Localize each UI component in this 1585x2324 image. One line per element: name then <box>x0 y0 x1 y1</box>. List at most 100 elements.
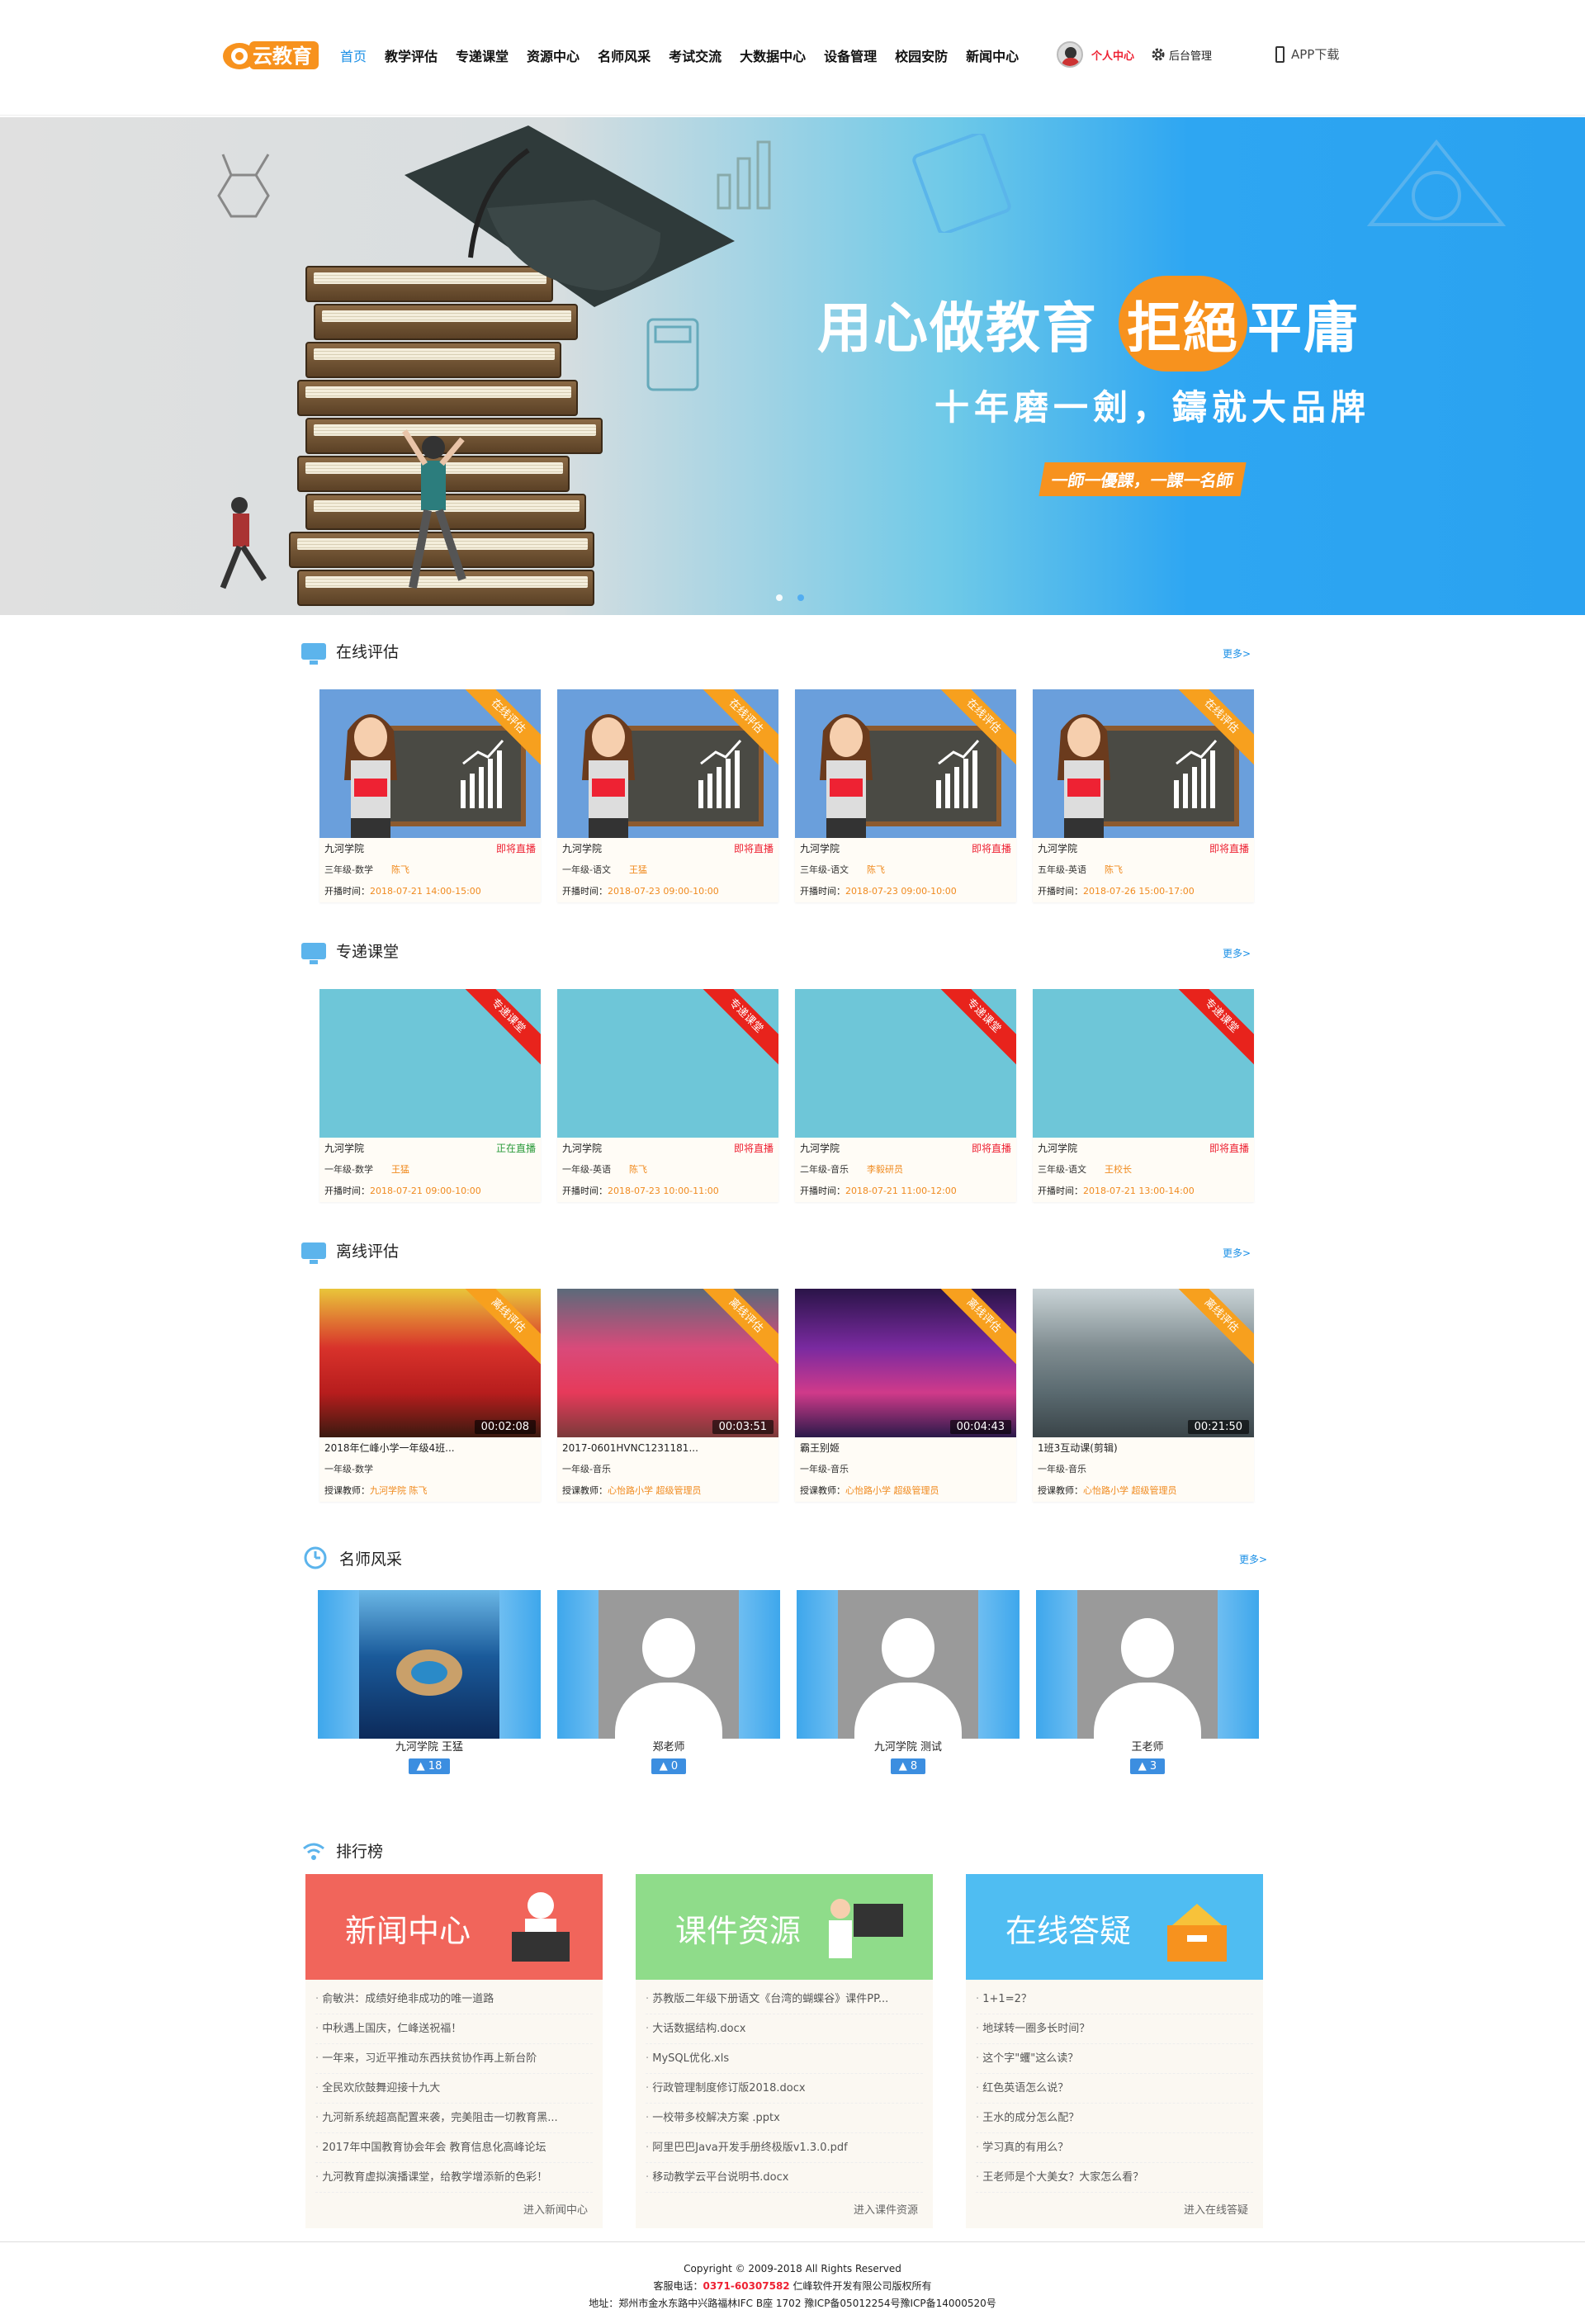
list-item[interactable]: 九河教育虚拟演播课堂，给教学增添新的色彩！ <box>315 2163 593 2193</box>
teacher-photo[interactable] <box>797 1590 1020 1739</box>
rank-column-header[interactable]: 新闻中心 <box>305 1874 603 1980</box>
list-item[interactable]: 地球转一圈多长时间？ <box>976 2014 1253 2044</box>
nav-home[interactable]: 首页 <box>340 45 367 65</box>
time-label: 开播时间： <box>1038 1186 1083 1196</box>
nav-teachers[interactable]: 名师风采 <box>598 45 651 65</box>
rank-more-link[interactable]: 进入在线答疑 <box>966 2193 1263 2228</box>
user-center-link[interactable]: 个人中心 <box>1091 47 1134 63</box>
course-card[interactable]: 专递课堂 九河学院 即将直播 三年级-语文 王校长 开播时间： 2018-07-21 … <box>1033 989 1254 1202</box>
section-title: 名师风采 <box>301 1545 402 1570</box>
rank-column-header[interactable]: 课件资源 <box>636 1874 933 1980</box>
card-thumbnail[interactable]: 专递课堂 <box>557 989 778 1138</box>
course-card[interactable]: 专递课堂 九河学院 即将直播 一年级-英语 陈飞 开播时间： 2018-07-23 1… <box>557 989 778 1202</box>
nav-bigdata[interactable]: 大数据中心 <box>740 45 806 65</box>
nav-news[interactable]: 新闻中心 <box>966 45 1019 65</box>
list-item[interactable]: 1+1=2？ <box>976 1985 1253 2014</box>
teacher-photo[interactable] <box>557 1590 780 1739</box>
like-badge[interactable]: ▲ 3 <box>1129 1758 1166 1774</box>
nav-security[interactable]: 校园安防 <box>895 45 948 65</box>
list-item[interactable]: 行政管理制度修订版2018.docx <box>646 2074 923 2104</box>
more-link[interactable]: 更多> <box>1239 1552 1267 1566</box>
nav-resources[interactable]: 资源中心 <box>527 45 580 65</box>
gear-icon <box>1152 48 1165 61</box>
course-card[interactable]: 在线评估 九河学院 即将直播 一年级-语文 王猛 开播时间： 2018-07-23 0… <box>557 689 778 902</box>
video-duration: 00:02:08 <box>474 1420 536 1434</box>
more-link[interactable]: 更多> <box>1223 1246 1251 1260</box>
list-item[interactable]: 王老师是个大美女？大家怎么看？ <box>976 2163 1253 2193</box>
card-thumbnail[interactable]: 专递课堂 <box>795 989 1016 1138</box>
list-item[interactable]: 学习真的有用么？ <box>976 2133 1253 2163</box>
rank-list: 俞敏洪：成绩好绝非成功的唯一道路中秋遇上国庆，仁峰送祝福！一年来，习近平推动东西… <box>305 1980 603 2193</box>
more-link[interactable]: 更多> <box>1223 646 1251 660</box>
video-card[interactable]: 离线评估 00:21:50 1班3互动课(剪辑) 一年级-音乐 授课教师： 心怡路… <box>1033 1289 1254 1502</box>
rank-column: 课件资源 苏教版二年级下册语文《台湾的蝴蝶谷》课件PP...大话数据结构.doc… <box>636 1874 933 2228</box>
card-thumbnail[interactable]: 专递课堂 <box>319 989 541 1138</box>
card-grade: 一年级-数学 <box>324 1464 373 1474</box>
list-item[interactable]: MySQL优化.xls <box>646 2044 923 2074</box>
nav-zhuandi[interactable]: 专递课堂 <box>456 45 509 65</box>
app-download[interactable]: APP下载 <box>1275 45 1339 63</box>
thumb-icon: ▲ <box>416 1760 428 1773</box>
like-count: 3 <box>1149 1760 1157 1773</box>
card-thumbnail[interactable]: 专递课堂 <box>1033 989 1254 1138</box>
teacher-card[interactable]: 九河学院 测试 ▲ 8 <box>797 1590 1020 1774</box>
list-item[interactable]: 阿里巴巴Java开发手册终极版v1.3.0.pdf <box>646 2133 923 2163</box>
list-item[interactable]: 大话数据结构.docx <box>646 2014 923 2044</box>
teacher-photo[interactable] <box>1036 1590 1259 1739</box>
carousel-dot[interactable] <box>797 594 804 601</box>
list-item[interactable]: 全民欢欣鼓舞迎接十九大 <box>315 2074 593 2104</box>
video-card[interactable]: 离线评估 00:02:08 2018年仁峰小学一年级4班... 一年级-数学 授… <box>319 1289 541 1502</box>
like-badge[interactable]: ▲ 8 <box>890 1758 926 1774</box>
rank-column-title: 新闻中心 <box>345 1913 471 1949</box>
teacher-card[interactable]: 九河学院 王猛 ▲ 18 <box>318 1590 541 1774</box>
carousel-dot[interactable] <box>776 594 783 601</box>
nav-exam[interactable]: 考试交流 <box>669 45 722 65</box>
like-badge[interactable]: ▲ 0 <box>651 1758 687 1774</box>
video-duration: 00:21:50 <box>1187 1420 1249 1434</box>
course-card[interactable]: 在线评估 九河学院 即将直播 三年级-数学 陈飞 开播时间： 2018-07-21 1… <box>319 689 541 902</box>
teacher-card[interactable]: 王老师 ▲ 3 <box>1036 1590 1259 1774</box>
list-item[interactable]: 2017年中国教育协会年会 教育信息化高峰论坛 <box>315 2133 593 2163</box>
rank-column-header[interactable]: 在线答疑 <box>966 1874 1263 1980</box>
teacher-card[interactable]: 郑老师 ▲ 0 <box>557 1590 780 1774</box>
list-item[interactable]: 移动教学云平台说明书.docx <box>646 2163 923 2193</box>
list-item[interactable]: 王水的成分怎么配？ <box>976 2104 1253 2133</box>
nav-teaching-eval[interactable]: 教学评估 <box>385 45 438 65</box>
admin-link[interactable]: 后台管理 <box>1151 47 1212 63</box>
list-item[interactable]: 苏教版二年级下册语文《台湾的蝴蝶谷》课件PP... <box>646 1985 923 2014</box>
course-card[interactable]: 在线评估 九河学院 即将直播 五年级-英语 陈飞 开播时间： 2018-07-26 1… <box>1033 689 1254 902</box>
more-link[interactable]: 更多> <box>1223 946 1251 960</box>
list-item[interactable]: 一校带多校解决方案 .pptx <box>646 2104 923 2133</box>
nav-devices[interactable]: 设备管理 <box>824 45 877 65</box>
video-thumbnail[interactable]: 离线评估 00:02:08 <box>319 1289 541 1437</box>
list-item[interactable]: 一年来，习近平推动东西扶贫协作再上新台阶 <box>315 2044 593 2074</box>
teacher-illustration <box>1057 714 1110 838</box>
hero-banner[interactable]: 用心做教育 拒絕 平庸 十年磨一劍，鑄就大品牌 一師一優課，一課一名師 <box>0 117 1585 615</box>
monitor-icon <box>301 942 326 964</box>
card-thumbnail[interactable]: 在线评估 <box>557 689 778 838</box>
teacher-photo[interactable] <box>318 1590 541 1739</box>
avatar[interactable] <box>1057 41 1083 68</box>
list-item[interactable]: 九河新系统超高配置来袭，完美阻击一切教育黑... <box>315 2104 593 2133</box>
list-item[interactable]: 红色英语怎么说？ <box>976 2074 1253 2104</box>
section-offline-eval: 离线评估 更多> 离线评估 00:02:08 2018年仁峰小学一年级4班...… <box>301 1239 1254 1512</box>
course-card[interactable]: 专递课堂 九河学院 即将直播 二年级-音乐 李毅研员 开播时间： 2018-07-21… <box>795 989 1016 1202</box>
video-card[interactable]: 离线评估 00:03:51 2017-0601HVNC1231181... 一年… <box>557 1289 778 1502</box>
video-thumbnail[interactable]: 离线评估 00:21:50 <box>1033 1289 1254 1437</box>
list-item[interactable]: 这个字"蠼"这么读？ <box>976 2044 1253 2074</box>
like-badge[interactable]: ▲ 18 <box>408 1758 451 1774</box>
rank-more-link[interactable]: 进入新闻中心 <box>305 2193 603 2228</box>
video-thumbnail[interactable]: 离线评估 00:03:51 <box>557 1289 778 1437</box>
card-teacher: 心怡路小学 超级管理员 <box>845 1485 939 1496</box>
video-card[interactable]: 离线评估 00:04:43 霸王别姬 一年级-音乐 授课教师： 心怡路小学 超级管… <box>795 1289 1016 1502</box>
rank-more-link[interactable]: 进入课件资源 <box>636 2193 933 2228</box>
card-thumbnail[interactable]: 在线评估 <box>795 689 1016 838</box>
list-item[interactable]: 中秋遇上国庆，仁峰送祝福！ <box>315 2014 593 2044</box>
course-card[interactable]: 专递课堂 九河学院 正在直播 一年级-数学 王猛 开播时间： 2018-07-21 0… <box>319 989 541 1202</box>
toolbox-icon <box>1167 1904 1227 1962</box>
video-thumbnail[interactable]: 离线评估 00:04:43 <box>795 1289 1016 1437</box>
list-item[interactable]: 俞敏洪：成绩好绝非成功的唯一道路 <box>315 1985 593 2014</box>
card-thumbnail[interactable]: 在线评估 <box>319 689 541 838</box>
card-thumbnail[interactable]: 在线评估 <box>1033 689 1254 838</box>
course-card[interactable]: 在线评估 九河学院 即将直播 三年级-语文 陈飞 开播时间： 2018-07-23 0… <box>795 689 1016 902</box>
